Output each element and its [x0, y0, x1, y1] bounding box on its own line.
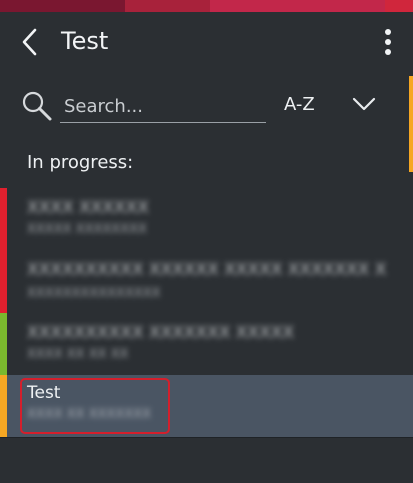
more-options-button[interactable] [374, 26, 402, 58]
item-title: XXXXXXXXXX XXXXXX XXXXX XXXXXXX X [27, 260, 387, 280]
page-title: Test [61, 27, 109, 55]
item-subtitle: XXXXXXXXXXXXXXX [27, 286, 161, 301]
status-bar [0, 248, 7, 313]
back-button[interactable] [16, 26, 44, 58]
item-title: XXXXXXXXXX XXXXXXX XXXXX [27, 323, 295, 343]
divider [0, 437, 413, 438]
search-icon [22, 91, 52, 121]
status-bar [0, 375, 7, 437]
strip-segment [125, 0, 210, 12]
strip-segment [0, 0, 125, 12]
list-item-selected[interactable]: Test XXXX XX XXXXXXX [0, 375, 413, 437]
sort-order-label[interactable]: A-Z [284, 94, 315, 115]
item-title: XXXX XXXXXX [27, 198, 149, 218]
chevron-left-icon [22, 28, 37, 56]
item-subtitle: XXXX XX XXXXXXX [27, 407, 152, 422]
search-input[interactable] [60, 90, 266, 123]
item-title: Test [27, 383, 61, 403]
status-bar [0, 313, 7, 375]
item-subtitle: XXXXX XXXXXXXX [27, 222, 147, 237]
chevron-down-icon[interactable] [351, 94, 377, 114]
list-item[interactable]: XXXX XXXXXX XXXXX XXXXXXXX [0, 188, 413, 248]
search-row: A-Z [0, 82, 413, 132]
top-color-strip [0, 0, 413, 12]
item-list: XXXX XXXXXX XXXXX XXXXXXXX XXXXXXXXXX XX… [0, 188, 413, 437]
item-subtitle: XXXX XX XX XX [27, 347, 129, 362]
strip-segment [385, 0, 413, 12]
list-item[interactable]: XXXXXXXXXX XXXXXX XXXXX XXXXXXX X XXXXXX… [0, 248, 413, 313]
strip-segment [210, 0, 385, 12]
status-bar [0, 188, 7, 248]
app-header: Test [0, 12, 413, 72]
section-heading: In progress: [27, 152, 134, 173]
list-item[interactable]: XXXXXXXXXX XXXXXXX XXXXX XXXX XX XX XX [0, 313, 413, 375]
kebab-menu-icon [385, 29, 391, 55]
